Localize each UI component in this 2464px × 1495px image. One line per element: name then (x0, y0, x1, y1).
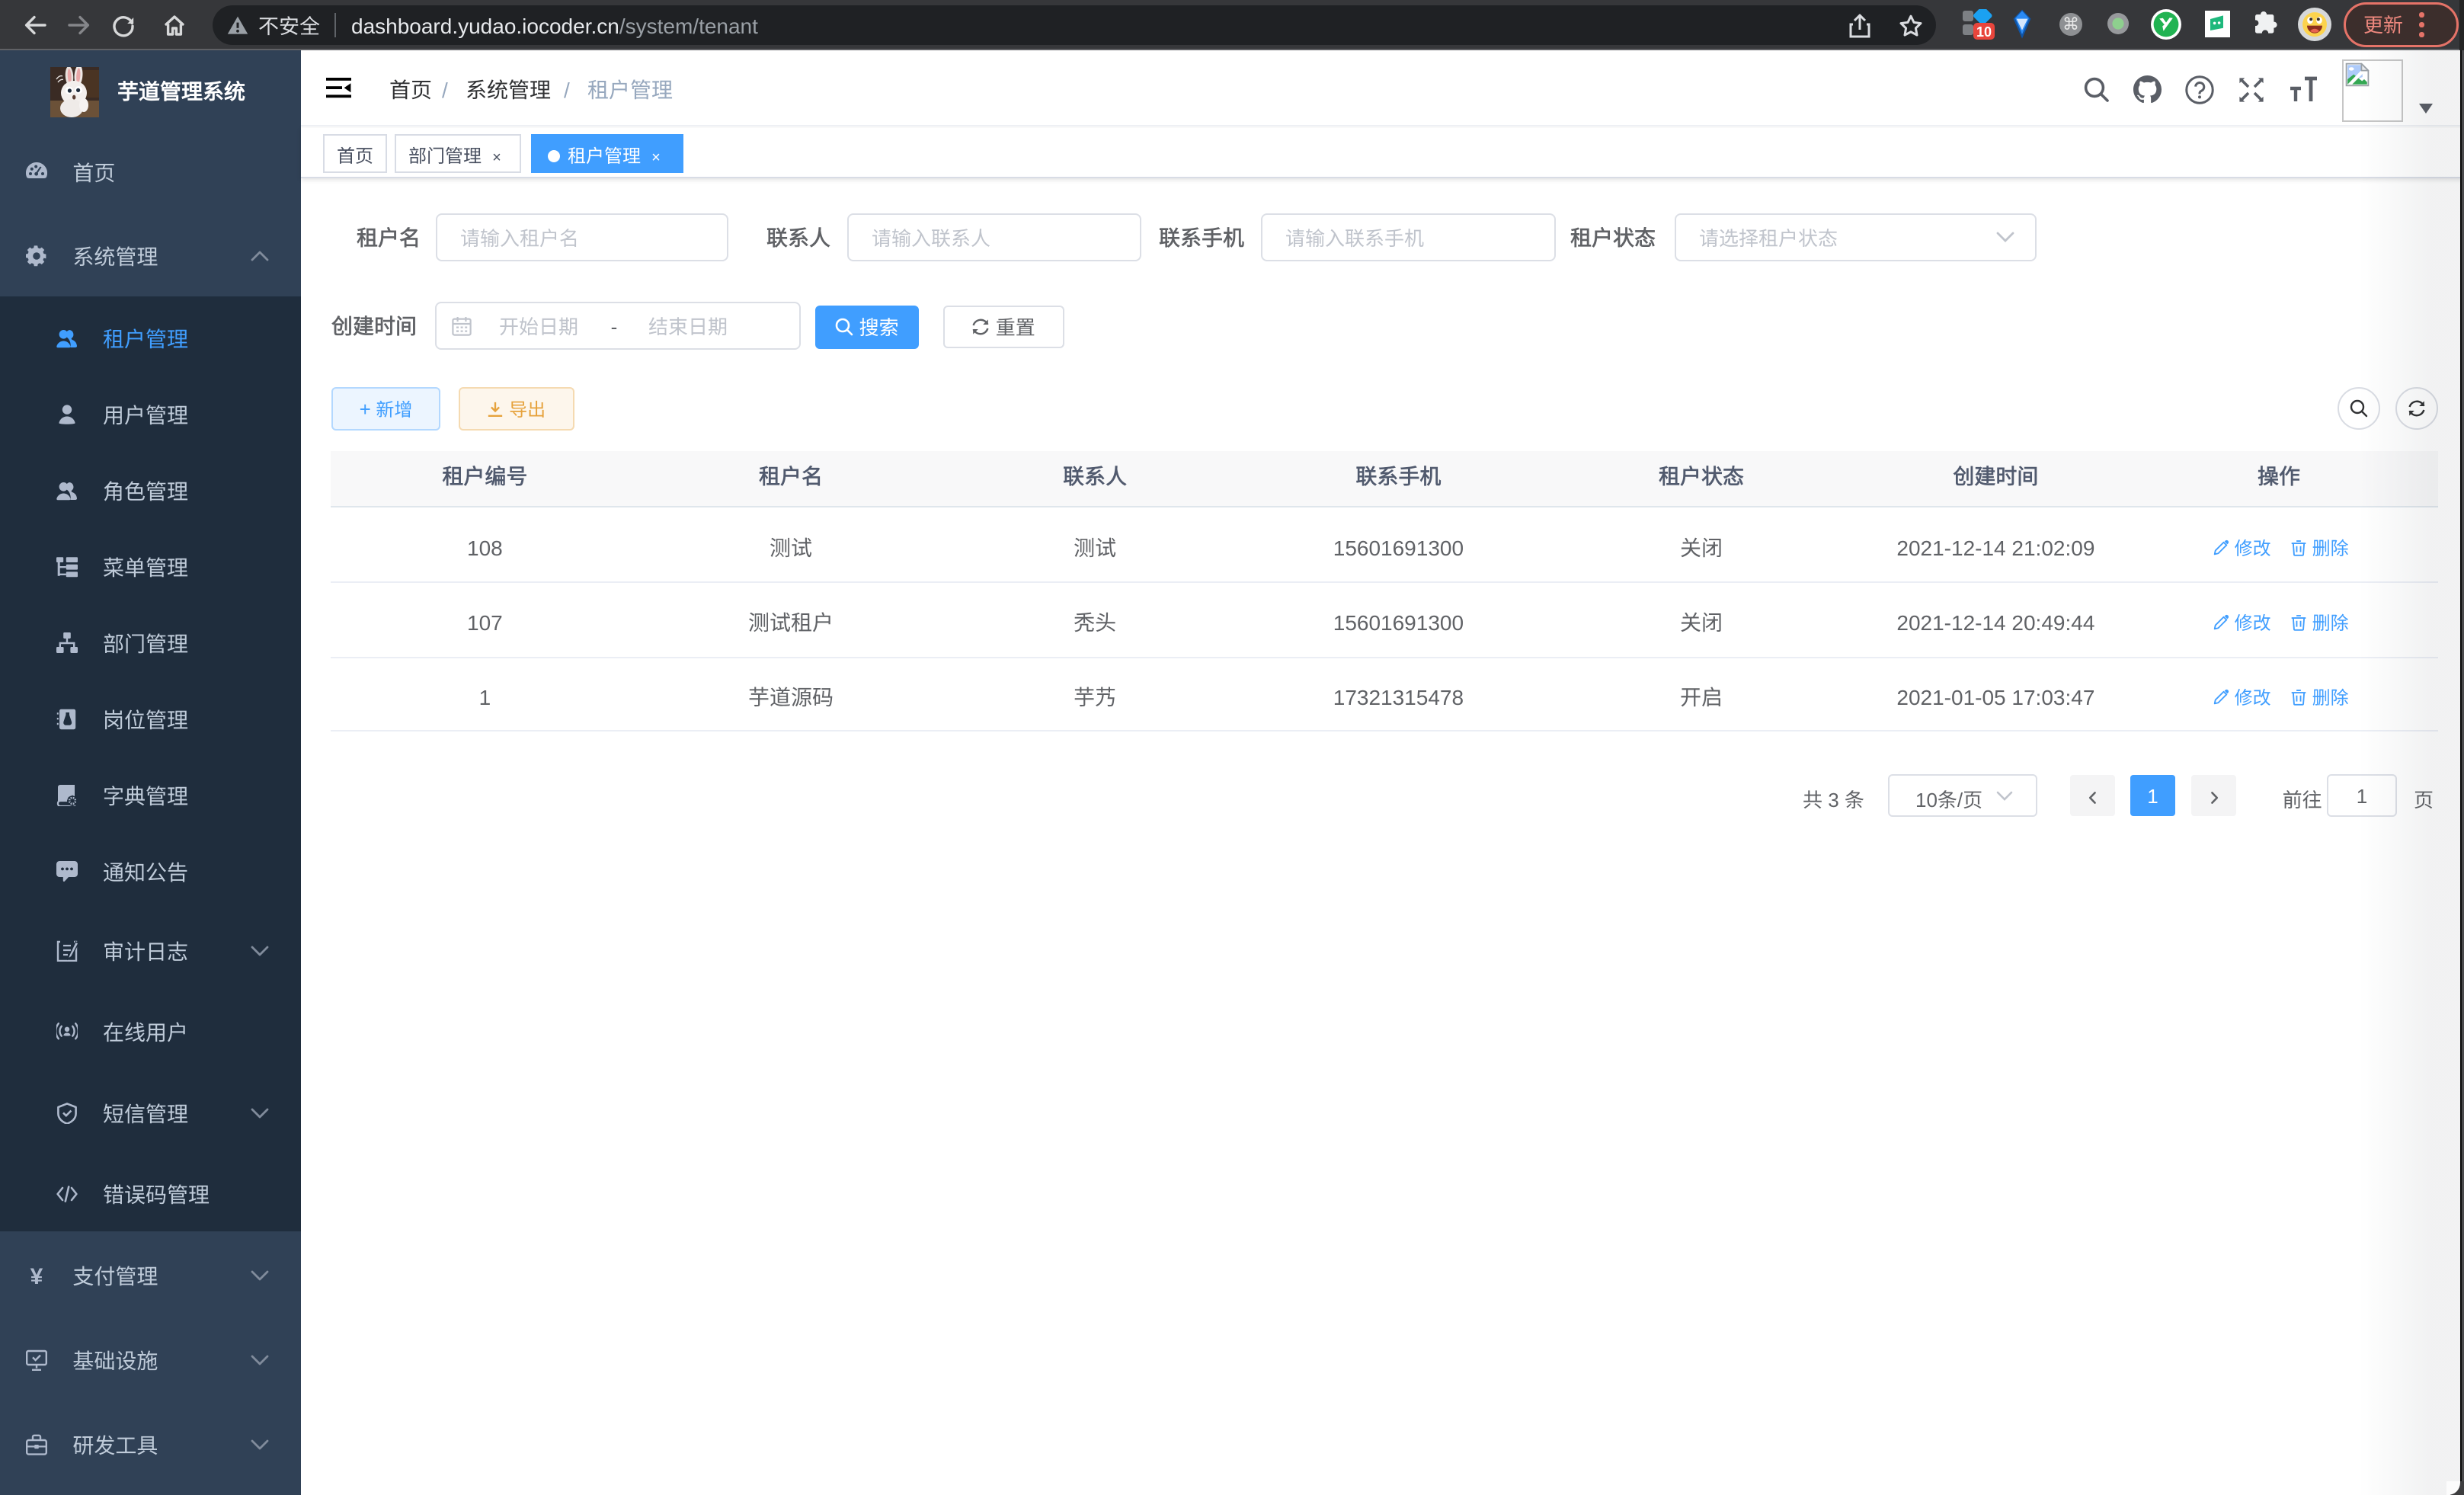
svg-text:¥: ¥ (30, 1265, 43, 1286)
svg-text:⌘: ⌘ (2062, 14, 2079, 34)
svg-text:10: 10 (1976, 24, 1992, 40)
